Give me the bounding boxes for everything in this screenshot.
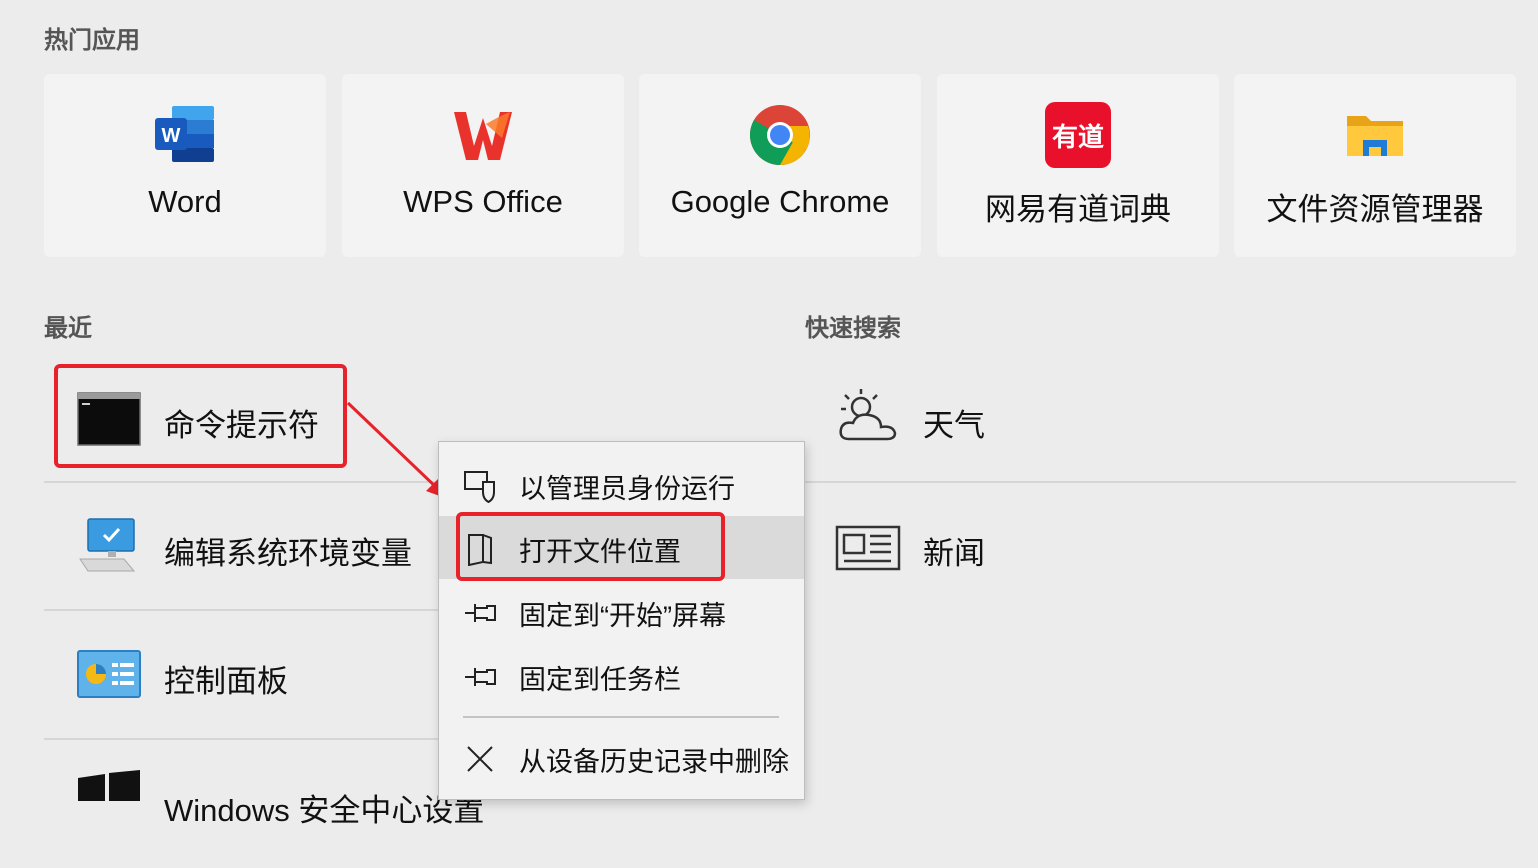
chrome-icon: [749, 105, 810, 166]
context-menu: 以管理员身份运行 打开文件位置 固定到“开始”屏幕 固定到任务栏 从设备历史记录…: [438, 441, 805, 800]
pin-icon: [465, 604, 496, 622]
svg-text:W: W: [162, 125, 181, 147]
recent-item-label: 控制面板: [164, 664, 288, 699]
quick-search-news[interactable]: 新闻: [805, 483, 1505, 611]
quick-search-label: 新闻: [923, 536, 985, 571]
app-tile-google-chrome[interactable]: Google Chrome: [639, 74, 921, 257]
menu-item-remove-from-history[interactable]: 从设备历史记录中删除: [439, 726, 804, 789]
menu-item-label: 以管理员身份运行: [519, 474, 735, 504]
menu-item-label: 固定到“开始”屏幕: [519, 601, 726, 631]
menu-item-pin-to-taskbar[interactable]: 固定到任务栏: [439, 644, 804, 707]
app-label: Google Chrome: [670, 184, 890, 219]
app-tile-word[interactable]: W Word: [44, 74, 326, 257]
youdao-icon-text: 有道: [1051, 122, 1104, 153]
windows-logo-icon: [78, 770, 140, 801]
app-label: Word: [148, 184, 222, 219]
recent-title: 最近: [44, 315, 92, 342]
menu-item-pin-to-start[interactable]: 固定到“开始”屏幕: [439, 580, 804, 643]
app-tile-file-explorer[interactable]: 文件资源管理器: [1234, 74, 1516, 257]
youdao-icon: 有道: [1045, 102, 1111, 168]
wps-office-icon: [454, 112, 512, 160]
word-icon: W: [155, 106, 214, 162]
recent-item-label: 编辑系统环境变量: [164, 536, 412, 571]
close-icon: [467, 746, 493, 772]
file-explorer-icon: [1347, 116, 1403, 156]
app-tile-youdao-dict[interactable]: 有道 网易有道词典: [937, 74, 1219, 257]
quick-search-title: 快速搜索: [805, 315, 901, 342]
menu-item-label: 从设备历史记录中删除: [519, 747, 789, 777]
shield-icon: [464, 471, 495, 503]
app-label: 网易有道词典: [985, 192, 1171, 227]
menu-separator: [463, 716, 779, 718]
annotation-highlight-open-file-location: [456, 512, 725, 581]
system-properties-icon: [79, 518, 136, 572]
menu-item-run-as-admin[interactable]: 以管理员身份运行: [439, 453, 804, 516]
weather-icon: [839, 389, 897, 441]
quick-search-weather[interactable]: 天气: [805, 355, 1505, 483]
app-label: WPS Office: [403, 184, 563, 219]
news-icon: [835, 525, 901, 571]
quick-search-label: 天气: [923, 408, 985, 443]
recent-item-label: Windows 安全中心设置: [164, 793, 485, 828]
app-tile-wps-office[interactable]: WPS Office: [342, 74, 624, 257]
pin-icon: [465, 668, 496, 686]
menu-item-label: 固定到任务栏: [519, 665, 681, 695]
app-label: 文件资源管理器: [1266, 192, 1484, 227]
annotation-highlight-command-prompt: [54, 364, 347, 468]
popular-apps-title: 热门应用: [44, 27, 140, 54]
control-panel-icon: [77, 650, 141, 698]
